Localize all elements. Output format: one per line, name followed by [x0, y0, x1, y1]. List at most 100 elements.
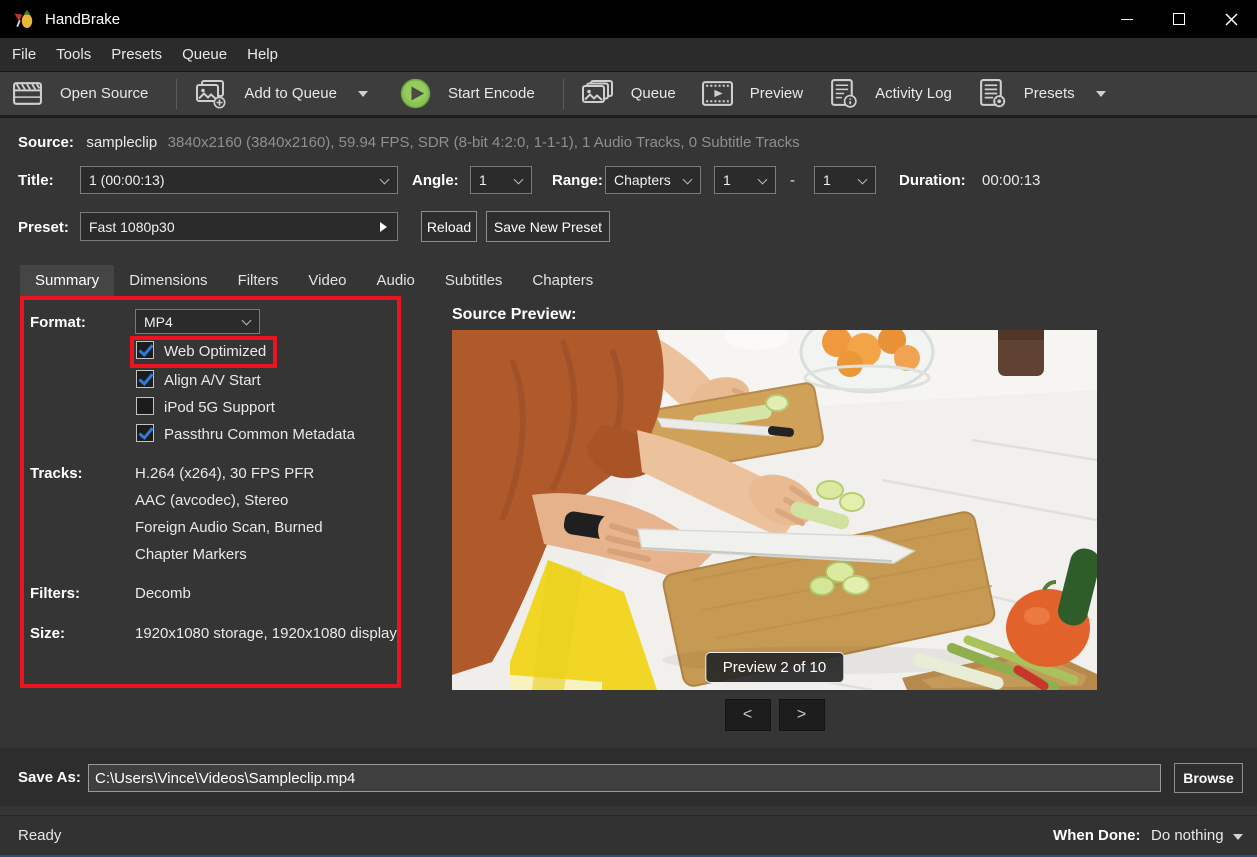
save-new-preset-button[interactable]: Save New Preset — [486, 211, 610, 242]
add-to-queue-icon — [193, 79, 227, 109]
source-row: Source: sampleclip 3840x2160 (3840x2160)… — [18, 134, 800, 152]
chevron-down-icon — [758, 175, 768, 185]
tab-filters[interactable]: Filters — [223, 265, 294, 296]
queue-button[interactable]: Queue — [580, 79, 676, 109]
format-select-value: MP4 — [144, 314, 173, 330]
source-details: 3840x2160 (3840x2160), 59.94 FPS, SDR (8… — [168, 134, 800, 151]
range-type-value: Chapters — [614, 172, 671, 188]
title-select[interactable]: 1 (00:00:13) — [80, 166, 398, 194]
tracks-line-subtitle: Foreign Audio Scan, Burned — [135, 519, 323, 536]
status-ready: Ready — [18, 827, 61, 844]
menu-tools[interactable]: Tools — [56, 46, 103, 63]
presets-dropdown-icon[interactable] — [1096, 91, 1106, 97]
maximize-button[interactable] — [1153, 0, 1205, 38]
tracks-line-chapters: Chapter Markers — [135, 546, 247, 563]
handbrake-window: HandBrake File Tools Presets Queue Help … — [0, 0, 1257, 857]
chevron-down-icon — [380, 175, 390, 185]
preview-prev-button[interactable]: < — [725, 699, 771, 731]
menubar: File Tools Presets Queue Help — [0, 38, 1257, 71]
when-done-dropdown-icon[interactable] — [1233, 834, 1243, 840]
maximize-icon — [1173, 13, 1185, 25]
when-done-label: When Done: — [1053, 827, 1141, 844]
add-to-queue-button[interactable]: Add to Queue — [193, 79, 368, 109]
reload-button[interactable]: Reload — [421, 211, 477, 242]
save-as-path-input[interactable] — [88, 764, 1161, 792]
ipod-5g-support-label: iPod 5G Support — [164, 399, 275, 416]
activity-log-label: Activity Log — [875, 85, 952, 102]
close-button[interactable] — [1205, 0, 1257, 38]
size-value: 1920x1080 storage, 1920x1080 display — [135, 625, 397, 642]
source-preview-label: Source Preview: — [452, 306, 577, 324]
close-icon — [1225, 13, 1238, 26]
tab-audio[interactable]: Audio — [362, 265, 430, 296]
source-label: Source: — [18, 134, 74, 151]
preset-select[interactable]: Fast 1080p30 — [80, 212, 398, 241]
settings-tabs: Summary Dimensions Filters Video Audio S… — [20, 265, 608, 296]
add-to-queue-dropdown-icon[interactable] — [358, 91, 368, 97]
presets-button[interactable]: Presets — [978, 78, 1106, 109]
chevron-down-icon — [242, 316, 252, 326]
tab-summary[interactable]: Summary — [20, 265, 114, 296]
range-dash: - — [790, 172, 795, 189]
save-as-label: Save As: — [18, 769, 81, 786]
source-preview-image: Preview 2 of 10 — [452, 330, 1097, 690]
ipod-5g-support-checkbox[interactable] — [136, 397, 154, 415]
when-done-control[interactable]: When Done: Do nothing — [1053, 827, 1243, 845]
preset-select-value: Fast 1080p30 — [89, 219, 175, 235]
filters-label: Filters: — [30, 585, 80, 602]
activity-log-icon — [829, 78, 858, 109]
menu-help[interactable]: Help — [247, 46, 290, 63]
format-select[interactable]: MP4 — [135, 309, 260, 334]
passthru-common-metadata-checkbox[interactable] — [136, 424, 154, 442]
chevron-down-icon — [683, 175, 693, 185]
angle-select-value: 1 — [479, 172, 487, 188]
align-av-start-checkbox[interactable] — [136, 370, 154, 388]
when-done-value: Do nothing — [1151, 827, 1224, 844]
source-name: sampleclip — [86, 134, 157, 151]
toolbar-separator — [563, 79, 564, 109]
open-source-button[interactable]: Open Source — [12, 78, 148, 109]
range-to-value: 1 — [823, 172, 831, 188]
queue-icon — [580, 79, 614, 109]
toolbar-separator — [176, 79, 177, 109]
minimize-icon — [1121, 19, 1133, 20]
tab-chapters[interactable]: Chapters — [517, 265, 608, 296]
start-encode-button[interactable]: Start Encode — [400, 78, 535, 109]
preview-counter-badge: Preview 2 of 10 — [705, 652, 844, 683]
filters-value: Decomb — [135, 585, 191, 602]
menu-queue[interactable]: Queue — [182, 46, 239, 63]
tracks-line-audio: AAC (avcodec), Stereo — [135, 492, 288, 509]
align-av-start-label: Align A/V Start — [164, 372, 261, 389]
add-to-queue-label: Add to Queue — [244, 85, 337, 102]
range-type-select[interactable]: Chapters — [605, 166, 701, 194]
duration-label: Duration: — [899, 172, 966, 189]
tab-dimensions[interactable]: Dimensions — [114, 265, 222, 296]
browse-button[interactable]: Browse — [1174, 763, 1243, 793]
menu-presets[interactable]: Presets — [111, 46, 174, 63]
statusbar: Ready When Done: Do nothing — [0, 815, 1257, 855]
range-from-value: 1 — [723, 172, 731, 188]
clapperboard-icon — [12, 78, 43, 109]
preview-photo — [452, 330, 1097, 690]
preview-icon — [702, 80, 733, 107]
tracks-line-video: H.264 (x264), 30 FPS PFR — [135, 465, 314, 482]
chevron-down-icon — [858, 175, 868, 185]
size-label: Size: — [30, 625, 65, 642]
activity-log-button[interactable]: Activity Log — [829, 78, 952, 109]
title-label: Title: — [18, 172, 54, 189]
web-optimized-checkbox[interactable] — [136, 341, 154, 359]
range-to-select[interactable]: 1 — [814, 166, 876, 194]
preview-button[interactable]: Preview — [702, 80, 803, 107]
range-from-select[interactable]: 1 — [714, 166, 776, 194]
tab-video[interactable]: Video — [293, 265, 361, 296]
menu-file[interactable]: File — [12, 46, 48, 63]
tab-subtitles[interactable]: Subtitles — [430, 265, 518, 296]
toolbar: Open Source Add to Queue Start Encode — [0, 71, 1257, 118]
preview-next-button[interactable]: > — [779, 699, 825, 731]
angle-select[interactable]: 1 — [470, 166, 532, 194]
angle-label: Angle: — [412, 172, 459, 189]
start-encode-label: Start Encode — [448, 85, 535, 102]
passthru-common-metadata-label: Passthru Common Metadata — [164, 426, 355, 443]
minimize-button[interactable] — [1101, 0, 1153, 38]
range-label: Range: — [552, 172, 603, 189]
